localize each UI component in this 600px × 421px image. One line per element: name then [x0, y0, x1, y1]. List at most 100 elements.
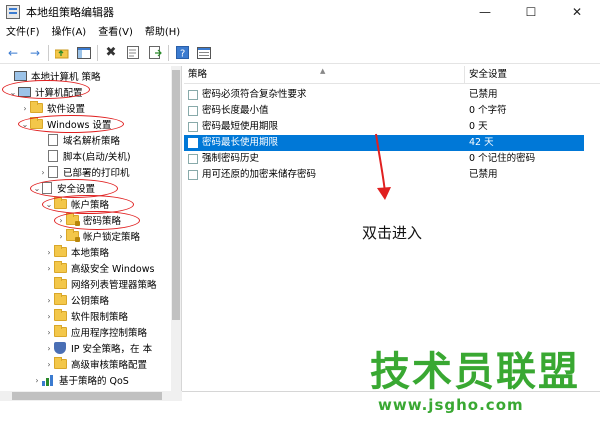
collapse-chevron-icon[interactable]: ›	[44, 264, 54, 273]
tree-item-label: 本地策略	[71, 248, 110, 259]
menu-bar: 文件(F) 操作(A) 查看(V) 帮助(H)	[0, 24, 600, 42]
back-button[interactable]: ←	[4, 44, 22, 62]
folder-up-icon	[55, 49, 69, 58]
tree-item-label: 高级安全 Windows	[71, 264, 155, 275]
policy-value: 0 天	[469, 121, 488, 132]
collapse-chevron-icon[interactable]: ›	[44, 360, 54, 369]
window-title: 本地组策略编辑器	[26, 6, 114, 19]
policy-value: 已禁用	[469, 169, 498, 180]
annotation-arrow-icon	[375, 133, 391, 200]
policy-setting-icon	[188, 106, 198, 116]
policy-name: 密码最短使用期限	[202, 121, 279, 132]
collapse-chevron-icon[interactable]: ›	[38, 168, 48, 177]
policy-setting-icon	[188, 122, 198, 132]
tree-item-label: 软件设置	[47, 104, 86, 115]
collapse-chevron-icon[interactable]: ›	[20, 104, 30, 113]
tree-item[interactable]: › 高级安全 Windows	[44, 260, 154, 276]
collapse-chevron-icon[interactable]: ›	[56, 232, 66, 241]
collapse-chevron-icon[interactable]: ›	[44, 344, 54, 353]
locked-folder-icon	[66, 229, 80, 242]
folder-icon	[54, 357, 67, 369]
help-icon: ?	[175, 46, 189, 60]
column-header-security-setting[interactable]: 安全设置	[465, 66, 600, 84]
tree-item[interactable]: › 软件设置	[20, 100, 85, 116]
tree-item[interactable]: › IP 安全策略，在 本	[44, 340, 152, 356]
collapse-chevron-icon[interactable]: ›	[44, 248, 54, 257]
highlight-oval	[2, 80, 90, 99]
export-list-button[interactable]	[146, 44, 164, 62]
folder-icon	[54, 261, 67, 273]
collapse-chevron-icon[interactable]: ›	[44, 296, 54, 305]
watermark-logo: 技术员联盟	[370, 349, 580, 395]
toolbar-separator	[97, 44, 98, 61]
collapse-chevron-icon[interactable]: ›	[44, 328, 54, 337]
tree-item-label: 基于策略的 QoS	[59, 376, 129, 387]
policy-setting-icon	[188, 154, 198, 164]
properties-button[interactable]	[124, 44, 142, 62]
tree-item-label: 网络列表管理器策略	[71, 280, 157, 291]
delete-button[interactable]: ✖	[102, 44, 120, 62]
tree-item[interactable]: › 高级审核策略配置	[44, 356, 147, 372]
sort-ascending-icon: ▲	[320, 67, 326, 75]
show-hide-tree-button[interactable]	[75, 44, 93, 62]
scrollbar-thumb[interactable]	[172, 70, 180, 320]
policy-name: 密码长度最小值	[202, 105, 269, 116]
chart-icon-bar	[46, 377, 49, 386]
tree-item[interactable]: › 应用程序控制策略	[44, 324, 147, 340]
shield-icon	[54, 342, 66, 354]
collapse-chevron-icon[interactable]: ›	[32, 376, 42, 385]
chart-icon	[42, 374, 55, 386]
title-bar: 本地组策略编辑器 — ☐ ✕	[0, 0, 600, 24]
close-button[interactable]: ✕	[554, 0, 600, 24]
tree-item[interactable]: › 基于策略的 QoS	[32, 372, 129, 388]
forward-arrow-icon: →	[29, 45, 41, 60]
filter-button[interactable]	[195, 44, 213, 62]
up-folder-button[interactable]	[53, 44, 71, 62]
export-icon	[148, 46, 162, 59]
app-icon	[6, 5, 20, 19]
tree-item-label: 帐户锁定策略	[83, 232, 141, 243]
scrollbar-thumb[interactable]	[12, 392, 162, 400]
tree-item[interactable]: › 已部署的打印机	[38, 164, 130, 180]
menu-action[interactable]: 操作(A)	[46, 24, 93, 42]
folder-icon	[54, 293, 67, 305]
tree-item[interactable]: 脚本(启动/关机)	[38, 148, 131, 164]
menu-file[interactable]: 文件(F)	[0, 24, 46, 42]
collapse-chevron-icon[interactable]: ›	[44, 312, 54, 321]
folder-icon	[54, 309, 67, 321]
document-icon	[48, 150, 58, 162]
tree-item[interactable]: › 公钥策略	[44, 292, 109, 308]
policy-name: 密码必须符合复杂性要求	[202, 89, 307, 100]
watermark-url: www.jsgho.com	[378, 396, 524, 414]
tree-vertical-scrollbar[interactable]	[171, 66, 181, 391]
forward-button[interactable]: →	[26, 44, 44, 62]
properties-icon	[127, 46, 139, 59]
tree-item-label: 已部署的打印机	[63, 168, 130, 179]
tree-item[interactable]: 域名解析策略	[38, 132, 120, 148]
tree-item[interactable]: › 软件限制策略	[44, 308, 128, 324]
toolbar: ← → ✖ ?	[0, 42, 600, 64]
svg-text:?: ?	[180, 49, 185, 60]
window-controls: — ☐ ✕	[462, 0, 600, 24]
policy-row[interactable]: 密码长度最小值 0 个字符	[184, 103, 584, 119]
tree-item[interactable]: 网络列表管理器策略	[44, 276, 157, 292]
help-button[interactable]: ?	[173, 44, 191, 62]
policy-row[interactable]: 密码必须符合复杂性要求 已禁用	[184, 87, 584, 103]
menu-help[interactable]: 帮助(H)	[139, 24, 186, 42]
policy-value: 0 个记住的密码	[469, 153, 536, 164]
tree-item[interactable]: › 帐户锁定策略	[56, 228, 140, 244]
policy-value: 已禁用	[469, 89, 498, 100]
chart-icon-bar	[50, 374, 53, 386]
policy-setting-icon	[188, 170, 198, 180]
tree-horizontal-scrollbar[interactable]	[0, 391, 182, 401]
tree-item-label: 脚本(启动/关机)	[63, 152, 131, 163]
toolbar-separator	[168, 44, 169, 61]
minimize-button[interactable]: —	[462, 0, 508, 24]
toolbar-separator	[48, 44, 49, 61]
tree-item-label: 高级审核策略配置	[71, 360, 148, 371]
tree-item[interactable]: › 本地策略	[44, 244, 109, 260]
menu-view[interactable]: 查看(V)	[92, 24, 139, 42]
maximize-button[interactable]: ☐	[508, 0, 554, 24]
folder-icon	[54, 325, 67, 337]
policy-setting-icon	[188, 90, 198, 100]
